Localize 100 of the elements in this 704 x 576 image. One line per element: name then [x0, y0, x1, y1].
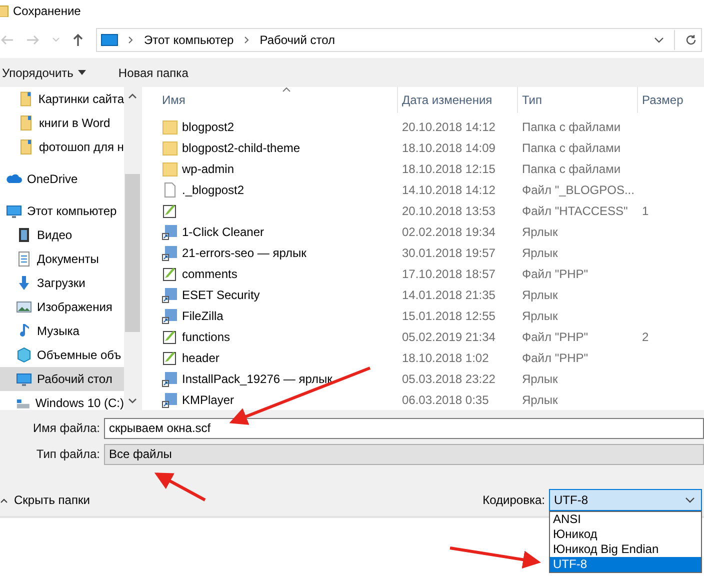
breadcrumb[interactable]: Этот компьютер — [144, 33, 234, 47]
dropdown-option[interactable]: Юникод Big Endian — [550, 542, 701, 557]
column-header[interactable]: Размер — [638, 87, 684, 113]
date-cell-text: 20.10.2018 14:12 — [401, 120, 496, 134]
window-title: Сохранение — [13, 4, 81, 18]
shortcut-icon — [162, 370, 178, 386]
new-folder-button[interactable]: Новая папка — [116, 66, 188, 80]
sidebar-item[interactable]: книги в Word — [0, 111, 124, 135]
type-cell-text: Файл "PHP" — [521, 330, 590, 344]
date-cell-text: 02.02.2018 19:34 — [401, 224, 496, 238]
sidebar-item[interactable]: Объемные объ — [0, 343, 124, 367]
shortcut-icon — [162, 224, 178, 240]
dropdown-option[interactable]: UTF-8 — [550, 557, 701, 572]
type-cell-text: Ярлык — [521, 224, 559, 238]
date-cell-text: 17.10.2018 18:57 — [401, 266, 496, 280]
type-cell-text: Ярлык — [521, 372, 559, 386]
file-name[interactable]: ESET Security — [182, 288, 260, 302]
size-cell-text: 2 — [641, 330, 649, 344]
type-cell-text: Ярлык — [521, 392, 559, 406]
type-cell-text: Ярлык — [521, 288, 559, 302]
cube-icon — [16, 347, 32, 363]
organize-button[interactable]: Упорядочить — [0, 66, 86, 80]
file-name[interactable]: comments — [182, 266, 238, 280]
column-header[interactable]: Имя — [142, 87, 398, 113]
folder-icon — [162, 160, 178, 176]
sidebar-item[interactable]: Рабочий стол — [0, 367, 124, 391]
sidebar-item[interactable]: Загрузки — [0, 271, 124, 295]
sidebar-item[interactable]: Изображения — [0, 295, 124, 319]
date-cell-text: 15.01.2018 12:55 — [401, 308, 496, 322]
filetype-dropdown[interactable]: Все файлы — [104, 444, 704, 464]
type-cell-text: Папка с файлами — [521, 140, 622, 154]
date-cell-text: 18.10.2018 12:15 — [401, 162, 496, 176]
sidebar-item[interactable]: Документы — [0, 247, 124, 271]
address-bar[interactable]: Этот компьютер Рабочий стол — [96, 28, 702, 52]
date-cell-text: 14.01.2018 21:35 — [401, 288, 496, 302]
scrollbar-thumb[interactable] — [125, 174, 140, 332]
filename-field[interactable]: скрываем окна.scf — [104, 418, 704, 438]
folder-icon — [18, 115, 34, 131]
document-icon — [16, 251, 32, 267]
notepad-icon — [162, 328, 178, 344]
folder-icon — [18, 139, 34, 155]
file-name[interactable]: FileZilla — [182, 308, 224, 322]
field-label: Тип файла: — [35, 447, 101, 461]
monitor-icon — [16, 371, 32, 387]
sort-caret-icon — [282, 87, 291, 92]
monitor-icon — [6, 203, 22, 219]
shortcut-icon — [162, 286, 178, 302]
breadcrumb[interactable]: Рабочий стол — [260, 33, 336, 47]
date-cell-text: 05.03.2018 23:22 — [401, 372, 496, 386]
scroll-up-icon[interactable] — [128, 93, 137, 99]
annotation-arrow — [154, 472, 206, 502]
file-name[interactable]: 1-Click Cleaner — [182, 224, 264, 238]
type-cell-text: Файл "HTACCESS" — [521, 204, 629, 218]
scroll-down-icon[interactable] — [128, 398, 137, 404]
date-cell-text: 05.02.2019 21:34 — [401, 330, 496, 344]
type-cell-text: Ярлык — [521, 246, 559, 260]
folder-icon — [162, 118, 178, 134]
date-cell-text: 06.03.2018 0:35 — [401, 392, 490, 406]
size-cell-text: 1 — [641, 204, 649, 218]
dropdown-option[interactable]: Юникод — [550, 527, 701, 542]
sidebar-item[interactable]: Картинки сайта — [0, 87, 124, 111]
shortcut-icon — [162, 392, 178, 408]
sidebar-item[interactable]: OneDrive — [0, 167, 124, 191]
chevron-down-icon[interactable] — [654, 37, 664, 43]
date-cell-text: 14.10.2018 14:12 — [401, 182, 496, 196]
encoding-label: Кодировка: — [482, 493, 545, 507]
sidebar-item[interactable]: Windows 10 (C:) — [0, 391, 124, 410]
file-name[interactable]: ._blogpost2 — [182, 182, 244, 196]
caret-icon — [0, 498, 8, 502]
notepad-icon — [162, 350, 178, 366]
encoding-dropdown[interactable]: UTF-8 — [549, 489, 702, 511]
file-name[interactable]: blogpost2-child-theme — [182, 140, 300, 154]
hide-folders-button[interactable]: Скрыть папки — [0, 493, 90, 507]
sidebar-item[interactable]: фотошоп для н — [0, 135, 124, 159]
sidebar-item[interactable]: Музыка — [0, 319, 124, 343]
file-name[interactable]: wp-admin — [182, 162, 234, 176]
chevron-down-icon — [685, 497, 695, 503]
up-arrow-icon[interactable] — [72, 33, 84, 47]
refresh-icon[interactable] — [685, 34, 697, 46]
date-cell-text: 20.10.2018 13:53 — [401, 204, 496, 218]
type-cell-text: Файл "_BLOGPOS... — [521, 182, 636, 196]
picture-icon — [16, 299, 32, 315]
dropdown-option[interactable]: ANSI — [550, 512, 701, 527]
file-name[interactable]: KMPlayer — [182, 392, 234, 406]
field-label: Имя файла: — [32, 421, 101, 435]
file-name[interactable]: functions — [182, 330, 230, 344]
file-name[interactable]: InstallPack_19276 — ярлык — [182, 372, 332, 386]
sidebar-item[interactable]: Этот компьютер — [0, 199, 124, 223]
column-header[interactable]: Тип — [518, 87, 638, 113]
file-name[interactable]: header — [182, 350, 220, 364]
file-name[interactable]: blogpost2 — [182, 120, 234, 134]
folder-icon — [18, 91, 34, 107]
sidebar-item[interactable]: Видео — [0, 223, 124, 247]
file-name[interactable]: 21-errors-seo — ярлык — [182, 246, 306, 260]
chevron-icon — [128, 36, 134, 44]
date-cell-text: 18.10.2018 1:02 — [401, 350, 490, 364]
column-header[interactable]: Дата изменения — [398, 87, 518, 113]
folder-icon — [162, 140, 178, 156]
shortcut-icon — [162, 244, 178, 260]
shortcut-icon — [162, 308, 178, 324]
